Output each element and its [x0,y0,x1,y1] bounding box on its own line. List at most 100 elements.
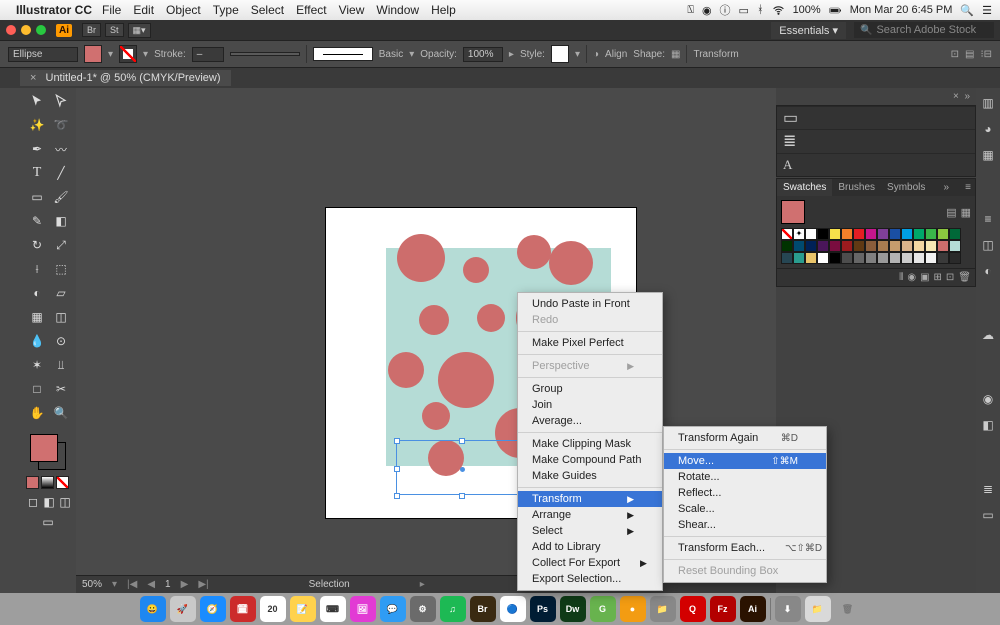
stroke-weight-input[interactable]: ‒ [192,47,224,62]
swatch-cell[interactable] [937,252,949,264]
menu-edit[interactable]: Edit [133,3,154,17]
gradient-strip-icon[interactable]: ◫ [979,236,997,254]
swatch-cell[interactable] [841,240,853,252]
width-tool[interactable]: ⟊ [26,258,48,280]
swatch-cell[interactable] [865,240,877,252]
swatch-cell[interactable] [889,228,901,240]
stroke-strip-icon[interactable]: ≡ [979,210,997,228]
panel-expand-icon[interactable]: » [940,179,954,196]
ellipse-shape[interactable] [438,352,494,408]
fill-stroke-control[interactable] [26,432,70,472]
swatch-library-icon[interactable]: ⫴ [899,272,903,283]
slice-tool[interactable]: ✂︎ [50,378,72,400]
direct-selection-tool[interactable] [50,90,72,112]
swatch-cell[interactable] [949,252,961,264]
brush-dropdown[interactable] [230,52,300,56]
swatch-cell[interactable] [949,240,961,252]
swatch-cell[interactable] [793,252,805,264]
fill-swatch[interactable] [84,45,102,63]
shape-panel-icon[interactable]: ▦ [671,49,680,60]
graphic-style-swatch[interactable] [551,45,569,63]
opacity-input[interactable]: 100% [463,47,503,62]
transparency-strip-icon[interactable]: ◐ [979,262,997,280]
current-swatch-preview[interactable] [781,200,805,224]
menu-help[interactable]: Help [431,3,456,17]
swatch-thumb-view-icon[interactable]: ▦ [961,206,971,219]
align-label[interactable]: Align [605,49,627,60]
dock-app[interactable]: 📝 [290,596,316,622]
curvature-tool[interactable]: 〰︎ [50,138,72,160]
ellipse-shape[interactable] [388,352,424,388]
close-tab-icon[interactable]: × [30,72,36,84]
dock-app[interactable]: 📁 [650,596,676,622]
panel-close-icon[interactable]: × [953,91,959,102]
arrange-docs-icon[interactable]: ▦▾ [128,23,151,38]
type-tool[interactable]: T [26,162,48,184]
swatch-cell[interactable] [829,252,841,264]
transform-label[interactable]: Transform [693,49,738,60]
swatch-cell[interactable] [913,252,925,264]
dock-app[interactable]: Br [470,596,496,622]
draw-inside-icon[interactable]: ◫ [58,495,72,509]
fill-color-icon[interactable] [30,434,58,462]
menu-item-transform-each[interactable]: Transform Each...⌥⇧⌘D [664,540,826,556]
document-tab[interactable]: × Untitled-1* @ 50% (CMYK/Preview) [20,70,231,86]
new-swatch-icon[interactable]: ⊡ [946,272,954,283]
spotlight-icon[interactable]: 🔍 [960,4,974,17]
menu-object[interactable]: Object [166,3,201,17]
free-transform-tool[interactable]: ⬚ [50,258,72,280]
swatch-cell[interactable] [877,228,889,240]
swatch-group-icon[interactable]: ▣ [920,272,929,283]
isolate-icon[interactable]: ⊡ [951,49,959,60]
swatch-cell[interactable] [793,240,805,252]
menu-item-arrange[interactable]: Arrange▶ [518,507,662,523]
artboards-strip-icon[interactable]: ▭ [979,506,997,524]
artboard-nav-prev-icon[interactable]: ◀ [147,579,155,590]
shaper-tool[interactable]: ✎ [26,210,48,232]
shape-panel-label[interactable]: Shape: [633,49,665,60]
menu-item-transform[interactable]: Transform▶ [518,491,662,507]
properties-icon[interactable]: ▭ [783,108,798,128]
selection-handle[interactable] [394,466,400,472]
perspective-tool[interactable]: ▱ [50,282,72,304]
swatch-cell[interactable] [925,228,937,240]
color-mode-icon[interactable] [26,476,39,489]
panel-collapse-icon[interactable]: » [964,91,970,102]
symbol-sprayer-tool[interactable]: ✶ [26,354,48,376]
swatch-cell[interactable] [853,252,865,264]
magic-wand-tool[interactable]: ✨ [26,114,48,136]
rectangle-tool[interactable]: ▭ [26,186,48,208]
info-icon[interactable]: ⓘ [720,2,731,18]
edit-icon[interactable]: ▤ [965,49,974,60]
ellipse-shape[interactable] [422,402,450,430]
notifications-icon[interactable]: ☰ [982,4,992,17]
tab-brushes[interactable]: Brushes [832,179,881,196]
panel-menu-icon[interactable]: ≡ [961,179,975,196]
swatch-list-view-icon[interactable]: ▤ [946,206,956,219]
swatch-cell[interactable] [913,228,925,240]
swatch-cell[interactable] [805,252,817,264]
dock-app[interactable]: 🔵 [500,596,526,622]
dock-app[interactable]: G [590,596,616,622]
none-mode-icon[interactable] [56,476,69,489]
draw-normal-icon[interactable]: ◻︎ [26,495,40,509]
menu-item-rotate[interactable]: Rotate... [664,469,826,485]
workspace-switcher[interactable]: Essentials ▾ [771,22,846,39]
line-tool[interactable]: ╱ [50,162,72,184]
dock-trash-icon[interactable]: 🗑 [835,596,861,622]
dock-app[interactable]: ● [620,596,646,622]
hand-tool[interactable]: ✋ [26,402,48,424]
pen-tool[interactable]: ✒︎ [26,138,48,160]
dock-app[interactable]: 🖼 [350,596,376,622]
clock[interactable]: Mon Mar 20 6:45 PM [850,4,953,16]
color-guide-strip-icon[interactable]: ▦ [979,146,997,164]
swatch-options-icon[interactable]: ◉ [907,272,916,283]
dock-app[interactable]: 🗓 [230,596,256,622]
character-icon[interactable]: A [783,157,792,173]
menu-item-shear[interactable]: Shear... [664,517,826,533]
dock-app[interactable]: 💬 [380,596,406,622]
menu-item-collect-for-export[interactable]: Collect For Export▶ [518,555,662,571]
swatch-cell[interactable] [949,228,961,240]
menu-select[interactable]: Select [251,3,284,17]
screen-mode-icon[interactable]: ▭ [26,511,70,533]
